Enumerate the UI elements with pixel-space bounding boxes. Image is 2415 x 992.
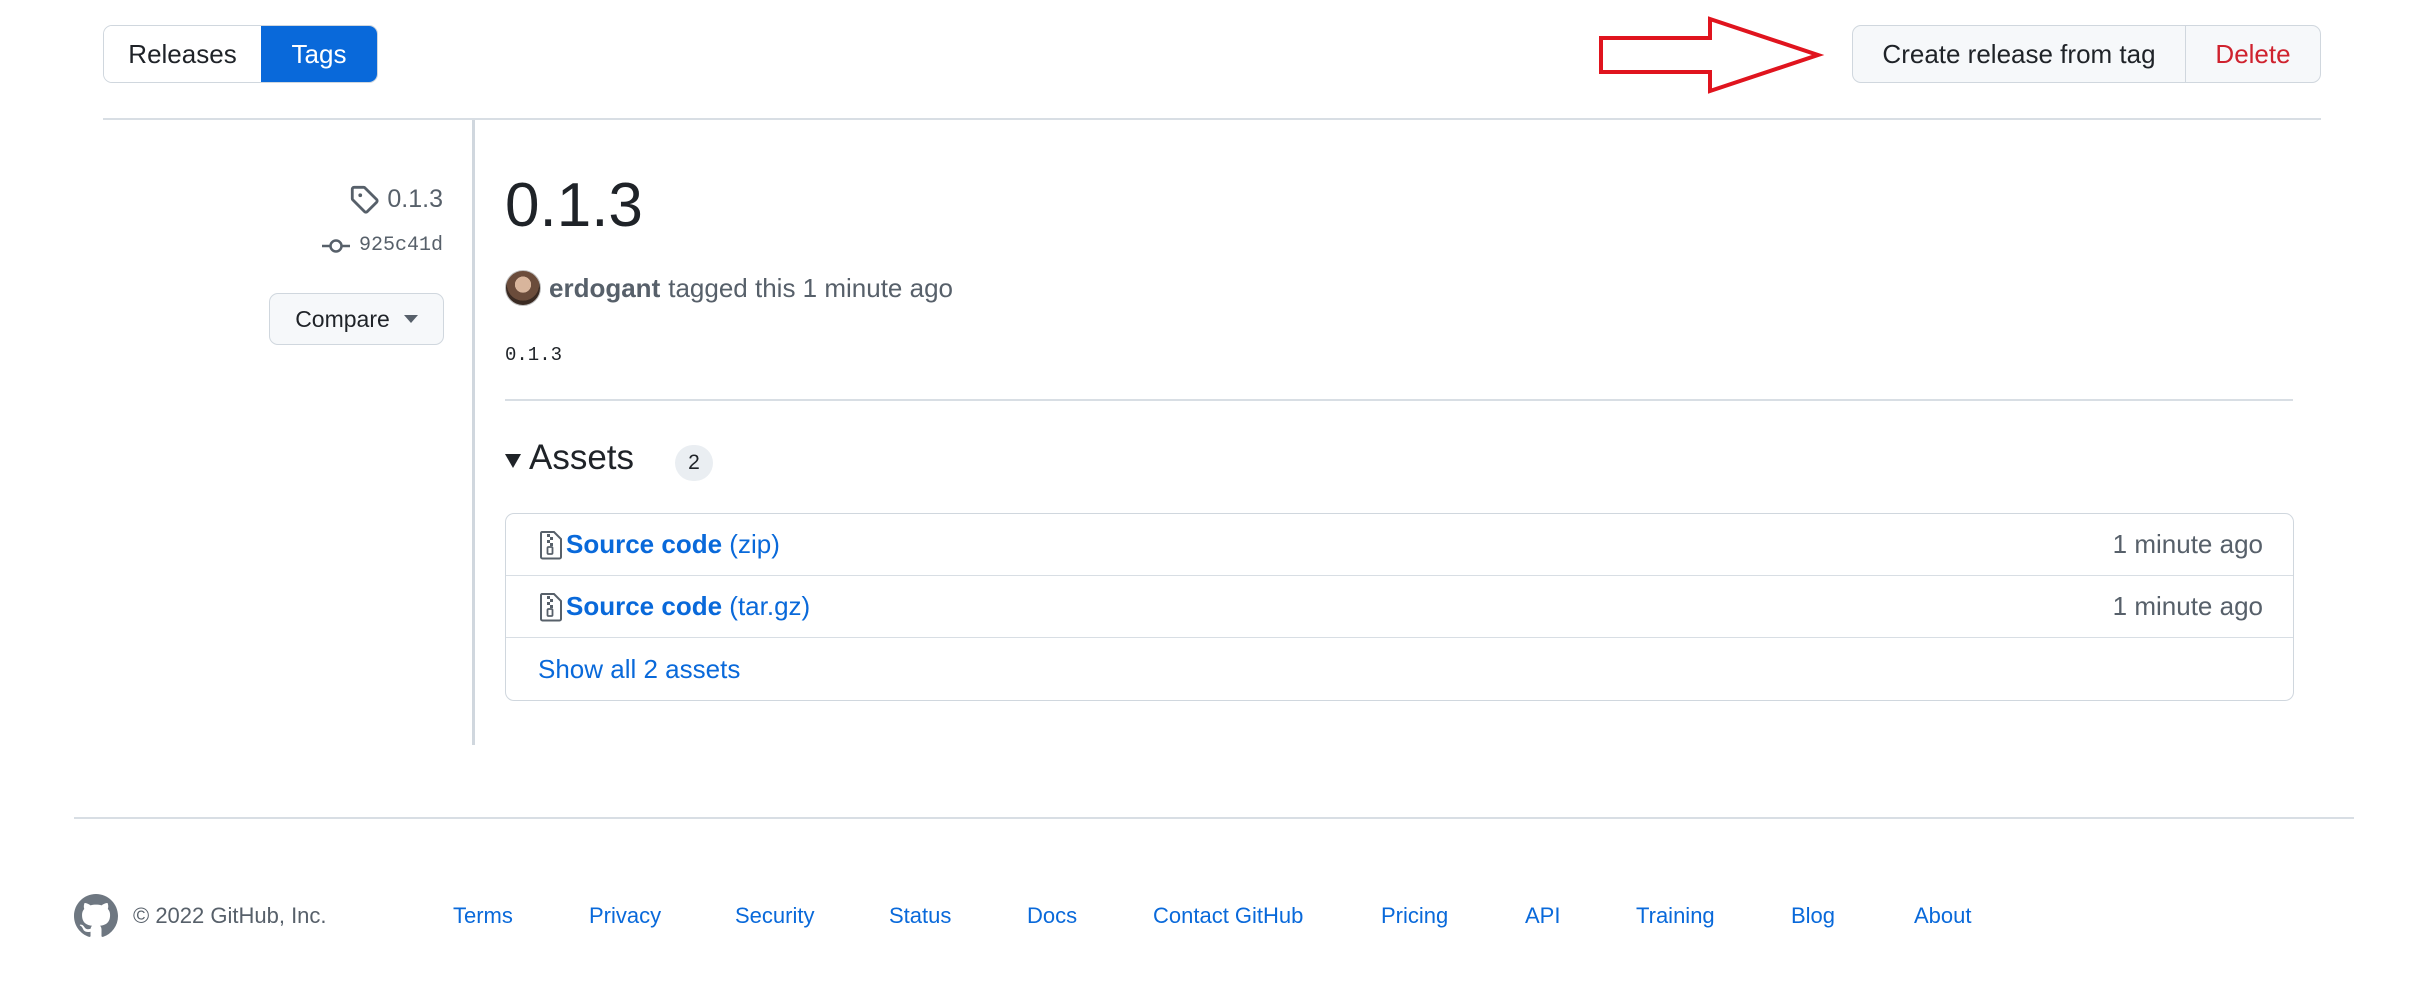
- asset-name: Source code: [566, 591, 723, 621]
- assets-count-badge: 2: [675, 445, 713, 481]
- list-item: Source code (zip) 1 minute ago: [506, 514, 2293, 576]
- commit-sha: 925c41d: [358, 234, 443, 257]
- tagged-text: tagged this 1 minute ago: [668, 272, 953, 303]
- git-commit-icon: [321, 238, 350, 253]
- footer-link-api[interactable]: API: [1525, 903, 1560, 929]
- list-item: Show all 2 assets: [506, 638, 2293, 700]
- compare-button[interactable]: Compare: [269, 293, 444, 345]
- asset-time: 1 minute ago: [2112, 591, 2263, 621]
- footer-link-contact[interactable]: Contact GitHub: [1153, 903, 1303, 929]
- footer-divider: [74, 817, 2354, 819]
- body-divider: [505, 399, 2293, 401]
- release-body: 0.1.3: [505, 344, 563, 366]
- chevron-down-icon: [403, 315, 418, 323]
- asset-link-zip[interactable]: Source code (zip): [566, 529, 780, 560]
- avatar[interactable]: [505, 270, 541, 306]
- footer-link-training[interactable]: Training: [1636, 903, 1715, 929]
- create-release-button[interactable]: Create release from tag: [1853, 26, 2186, 82]
- release-title: 0.1.3: [505, 171, 643, 240]
- header-divider: [103, 118, 2321, 120]
- footer-copyright: © 2022 GitHub, Inc.: [133, 903, 327, 928]
- release-actions: Create release from tag Delete: [1852, 25, 2321, 83]
- asset-ext: (zip): [729, 529, 780, 559]
- tab-tags[interactable]: Tags: [261, 26, 377, 82]
- asset-time: 1 minute ago: [2112, 529, 2263, 559]
- footer-link-security[interactable]: Security: [735, 903, 814, 929]
- tag-name: 0.1.3: [387, 184, 443, 213]
- commit-ref[interactable]: 925c41d: [321, 234, 443, 257]
- tag-icon: [351, 185, 379, 214]
- author-link[interactable]: erdogant: [549, 273, 660, 304]
- assets-list: Source code (zip) 1 minute ago Source co…: [505, 513, 2294, 701]
- annotation-arrow: [1599, 16, 1825, 94]
- tab-releases[interactable]: Releases: [104, 26, 261, 82]
- footer-link-pricing[interactable]: Pricing: [1381, 903, 1448, 929]
- assets-toggle[interactable]: Assets: [505, 438, 634, 478]
- timeline-divider: [472, 120, 475, 745]
- footer-link-privacy[interactable]: Privacy: [589, 903, 661, 929]
- asset-name: Source code: [566, 529, 723, 559]
- release-meta: erdogant tagged this 1 minute ago: [505, 270, 953, 306]
- file-zip-icon: [540, 530, 562, 559]
- compare-label: Compare: [295, 305, 390, 332]
- github-logo-icon[interactable]: [74, 894, 118, 938]
- asset-link-targz[interactable]: Source code (tar.gz): [566, 591, 810, 622]
- footer-link-status[interactable]: Status: [889, 903, 951, 929]
- footer-link-terms[interactable]: Terms: [453, 903, 513, 929]
- delete-button[interactable]: Delete: [2186, 26, 2320, 82]
- footer-link-blog[interactable]: Blog: [1791, 903, 1835, 929]
- footer-link-about[interactable]: About: [1914, 903, 1972, 929]
- file-zip-icon: [540, 592, 562, 621]
- assets-heading: Assets: [529, 438, 635, 477]
- releases-tags-tabs: Releases Tags: [103, 25, 378, 83]
- asset-ext: (tar.gz): [729, 591, 811, 621]
- list-item: Source code (tar.gz) 1 minute ago: [506, 576, 2293, 638]
- tag-ref[interactable]: 0.1.3: [349, 184, 443, 214]
- triangle-down-icon: [505, 454, 521, 468]
- footer-link-docs[interactable]: Docs: [1027, 903, 1077, 929]
- show-all-assets-link[interactable]: Show all 2 assets: [538, 654, 740, 685]
